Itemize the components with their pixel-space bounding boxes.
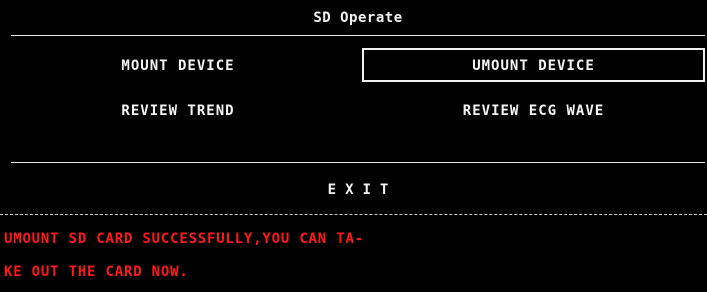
mount-device-button[interactable]: MOUNT DEVICE [60,49,296,83]
title-divider [11,35,705,36]
status-message-line-2: KE OUT THE CARD NOW. [4,264,189,280]
status-divider [0,214,707,215]
status-message-line-1: UMOUNT SD CARD SUCCESSFULLY,YOU CAN TA- [4,231,364,247]
umount-device-button[interactable]: UMOUNT DEVICE [362,48,705,82]
window-title: SD Operate [313,10,403,26]
exit-button[interactable]: EXIT [11,173,705,207]
review-ecg-wave-button[interactable]: REVIEW ECG WAVE [362,94,705,128]
menu-divider [11,162,705,163]
sd-operate-screen: SD Operate MOUNT DEVICE UMOUNT DEVICE RE… [0,0,707,292]
review-trend-button[interactable]: REVIEW TREND [60,94,296,128]
